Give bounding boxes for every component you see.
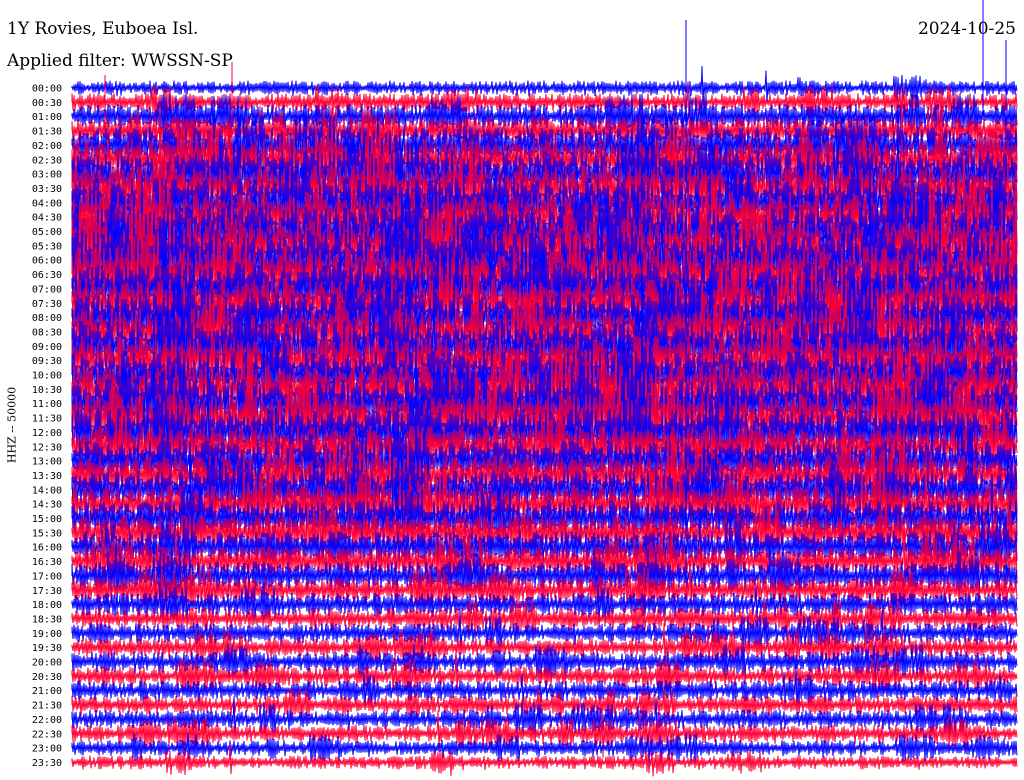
row-label: 09:00 [32, 342, 62, 353]
row-label: 18:30 [32, 614, 62, 625]
row-label: 21:00 [32, 686, 62, 697]
row-label: 04:00 [32, 198, 62, 209]
row-label: 19:30 [32, 643, 62, 654]
row-label: 16:30 [32, 557, 62, 568]
row-label: 09:30 [32, 356, 62, 367]
row-label: 06:30 [32, 270, 62, 281]
row-label-group: 00:00 00:30 01:00 01:30 02:00 02:30 03:00 03:30… [32, 84, 62, 769]
row-label: 11:00 [32, 399, 62, 410]
row-label: 08:30 [32, 327, 62, 338]
row-label: 13:00 [32, 457, 62, 468]
trace-group [71, 0, 1018, 777]
helicorder-plot: 00:00 00:30 01:00 01:30 02:00 02:30 03:00 03:30… [32, 0, 1018, 777]
row-label: 15:30 [32, 528, 62, 539]
row-label: 17:30 [32, 586, 62, 597]
row-label: 23:30 [32, 758, 62, 769]
row-label: 21:30 [32, 701, 62, 712]
row-label: 02:00 [32, 141, 62, 152]
row-label: 22:30 [32, 729, 62, 740]
row-label: 08:00 [32, 313, 62, 324]
row-label: 00:00 [32, 84, 62, 95]
row-label: 01:30 [32, 127, 62, 138]
row-label: 03:30 [32, 184, 62, 195]
row-label: 05:00 [32, 227, 62, 238]
row-label: 14:00 [32, 485, 62, 496]
row-label: 10:30 [32, 385, 62, 396]
row-label: 00:30 [32, 98, 62, 109]
row-label: 07:00 [32, 284, 62, 295]
row-label: 14:30 [32, 500, 62, 511]
row-label: 15:00 [32, 514, 62, 525]
row-label: 07:30 [32, 299, 62, 310]
row-label: 17:00 [32, 571, 62, 582]
row-label: 20:00 [32, 658, 62, 669]
row-label: 11:30 [32, 414, 62, 425]
row-label: 02:30 [32, 155, 62, 166]
row-label: 22:00 [32, 715, 62, 726]
row-label: 12:30 [32, 442, 62, 453]
row-label: 18:00 [32, 600, 62, 611]
row-label: 10:00 [32, 371, 62, 382]
row-label: 23:00 [32, 744, 62, 755]
row-label: 01:00 [32, 112, 62, 123]
row-label: 19:00 [32, 629, 62, 640]
row-label: 12:00 [32, 428, 62, 439]
row-label: 20:30 [32, 672, 62, 683]
row-label: 13:30 [32, 471, 62, 482]
row-label: 05:30 [32, 241, 62, 252]
row-label: 04:30 [32, 213, 62, 224]
row-label: 03:00 [32, 170, 62, 181]
row-label: 16:00 [32, 543, 62, 554]
row-label: 06:00 [32, 256, 62, 267]
